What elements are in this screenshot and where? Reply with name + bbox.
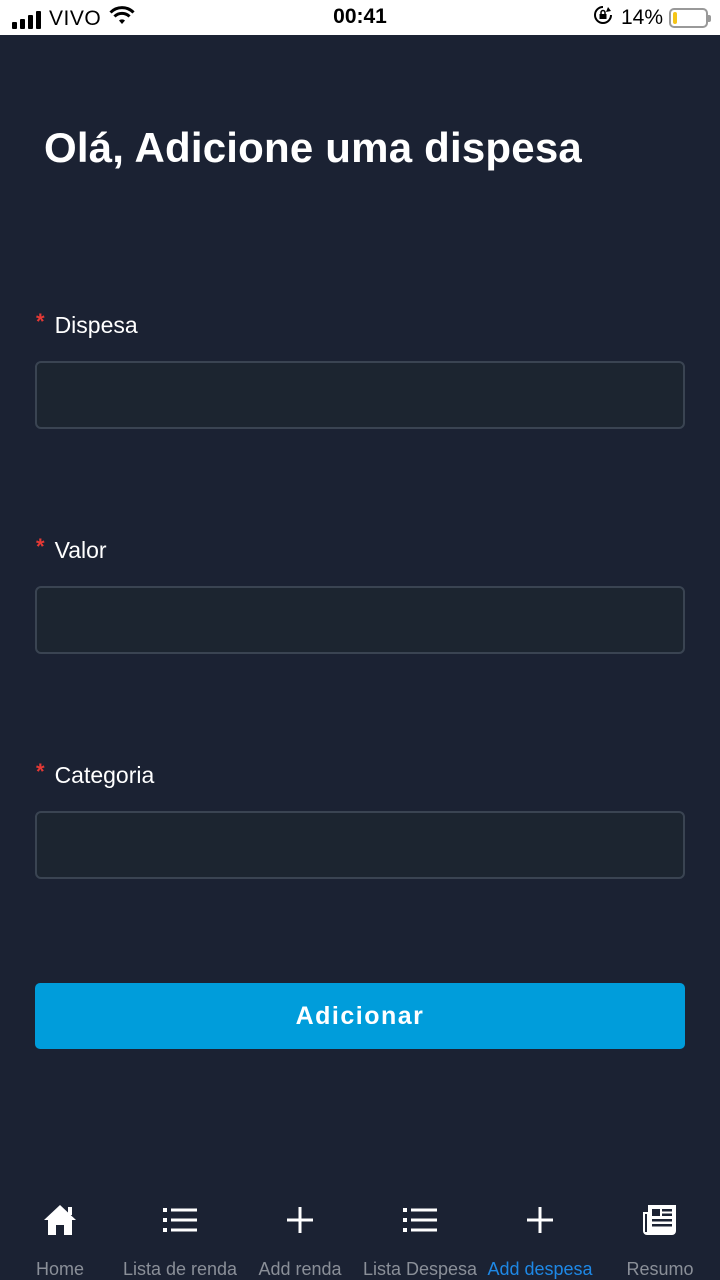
dispesa-label-text: Dispesa (54, 312, 138, 338)
battery-icon (669, 7, 711, 28)
tab-home-label: Home (35, 1259, 84, 1279)
tab-lista-despesa[interactable]: Lista Despesa (360, 1190, 480, 1280)
list-icon (120, 1202, 240, 1238)
battery-percent: 14% (620, 5, 663, 29)
valor-label-text: Valor (54, 537, 107, 563)
battery-level (673, 11, 678, 24)
bottom-tab-bar: Home Lista de renda Add renda Lista Desp… (0, 1190, 720, 1280)
required-marker: * (36, 308, 45, 334)
valor-input[interactable] (35, 586, 685, 654)
tab-lista-despesa-label: Lista Despesa (362, 1259, 478, 1279)
categoria-label: * Categoria (36, 758, 155, 789)
newspaper-icon (600, 1202, 720, 1238)
tab-lista-renda-label: Lista de renda (122, 1259, 238, 1279)
adicionar-button[interactable]: Adicionar (35, 983, 685, 1049)
home-icon (0, 1202, 120, 1238)
tab-add-despesa[interactable]: Add despesa (480, 1190, 600, 1280)
plus-icon (240, 1202, 360, 1238)
status-bar: VIVO 00:41 14% (0, 0, 720, 35)
dispesa-input[interactable] (35, 361, 685, 429)
rotation-lock-icon (593, 5, 613, 30)
tab-lista-renda[interactable]: Lista de renda (120, 1190, 240, 1280)
tab-add-renda-label: Add renda (258, 1259, 342, 1279)
status-right: 14% (593, 5, 711, 30)
tab-add-renda[interactable]: Add renda (240, 1190, 360, 1280)
tab-resumo[interactable]: Resumo (600, 1190, 720, 1280)
tab-add-despesa-label: Add despesa (487, 1259, 593, 1279)
valor-label: * Valor (36, 533, 107, 564)
list-icon (360, 1202, 480, 1238)
tab-resumo-label: Resumo (626, 1259, 694, 1279)
dispesa-label: * Dispesa (36, 308, 138, 339)
categoria-input[interactable] (35, 811, 685, 879)
categoria-label-text: Categoria (54, 762, 155, 788)
tab-home[interactable]: Home (0, 1190, 120, 1280)
plus-icon (480, 1202, 600, 1238)
page-title: Olá, Adicione uma dispesa (44, 124, 582, 171)
required-marker: * (36, 758, 45, 784)
required-marker: * (36, 533, 45, 559)
